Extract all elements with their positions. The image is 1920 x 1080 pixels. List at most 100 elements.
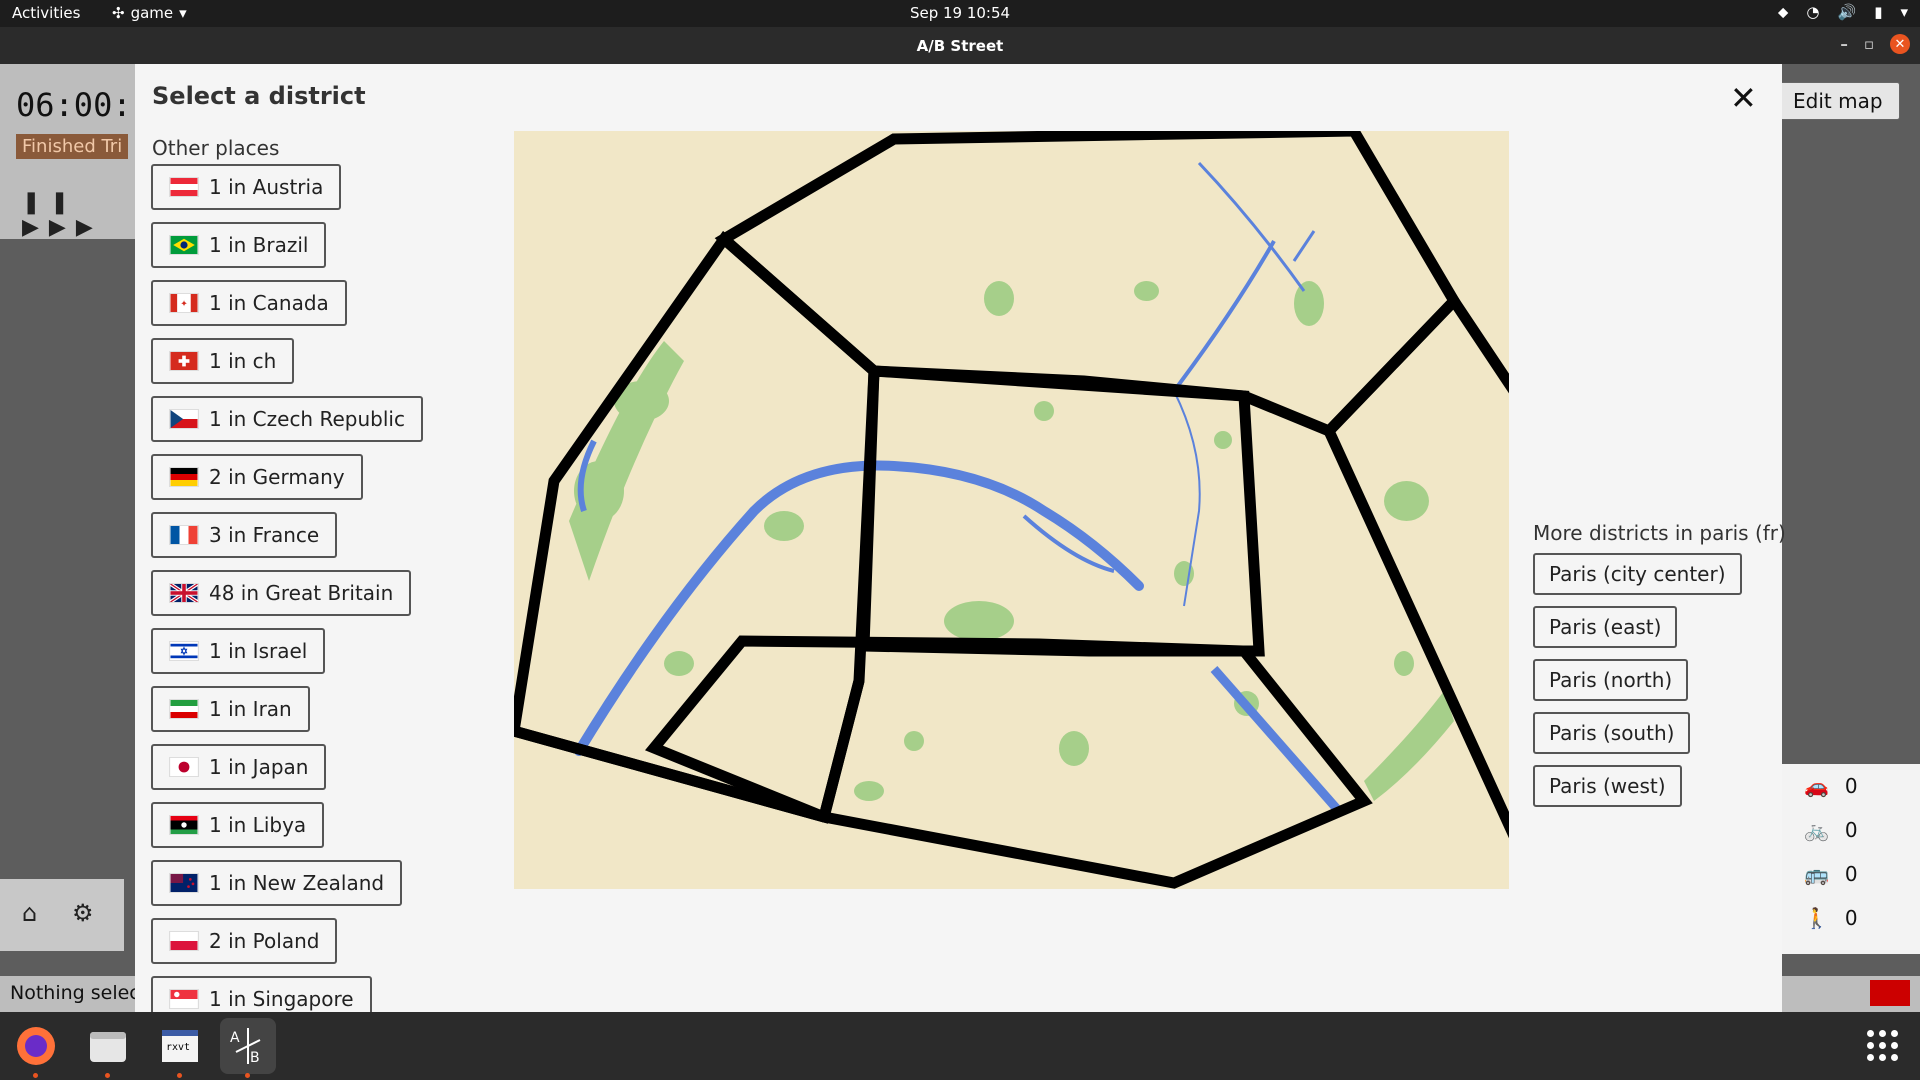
car-icon: 🚗 (1804, 774, 1829, 798)
district-button[interactable]: Paris (east) (1533, 606, 1678, 648)
country-button-label: 1 in Czech Republic (209, 407, 405, 431)
app-menu[interactable]: ✣ game ▾ (112, 4, 187, 22)
count-value: 0 (1844, 774, 1858, 798)
district-button[interactable]: Paris (north) (1533, 659, 1689, 701)
dropbox-icon[interactable]: ⬥ (1778, 3, 1789, 21)
country-button[interactable]: 1 in ch (151, 338, 295, 384)
agent-counts-panel: 🚗 0 🚲 0 🚌 0 🚶 0 (1782, 764, 1920, 954)
country-button-label: 1 in Iran (209, 697, 292, 721)
district-button[interactable]: Paris (city center) (1533, 553, 1742, 595)
count-value: 0 (1844, 862, 1858, 886)
flag-icon (169, 235, 199, 255)
flag-icon (169, 931, 199, 951)
flag-icon (169, 757, 199, 777)
flag-icon (169, 699, 199, 719)
bike-icon: 🚲 (1804, 818, 1829, 842)
svg-text:B: B (250, 1050, 260, 1066)
country-button[interactable]: 1 in New Zealand (151, 860, 403, 906)
park-area (764, 511, 804, 541)
park-area (984, 281, 1014, 316)
chevron-down-icon: ▾ (1900, 3, 1908, 21)
country-button[interactable]: 1 in Brazil (151, 222, 327, 268)
terminal-icon[interactable]: rxvt (152, 1018, 208, 1078)
speed-controls[interactable]: ❚❚ ▶▶▶ (22, 190, 135, 240)
system-tray[interactable]: ⬥ ◔ 🔊 ▮ ▾ (1778, 3, 1908, 21)
flag-icon (169, 582, 199, 604)
nav-panel: ⌂ ⚙ (0, 879, 124, 951)
park-area (1034, 401, 1054, 421)
country-button-label: 1 in New Zealand (209, 871, 385, 895)
park-area (1059, 731, 1089, 766)
country-button-label: 2 in Germany (209, 465, 345, 489)
country-button[interactable]: 2 in Poland (151, 918, 338, 964)
volume-icon: 🔊 (1837, 3, 1857, 21)
park-area (944, 601, 1014, 641)
flag-icon (169, 177, 199, 197)
flag-icon (169, 641, 199, 661)
abstreet-icon[interactable]: AB (220, 1018, 276, 1078)
clock[interactable]: Sep 19 10:54 (0, 4, 1920, 22)
country-button[interactable]: 1 in Austria (151, 164, 342, 210)
country-list: 1 in Austria 1 in Brazil ✦ 1 in Canada 1 in … (151, 164, 431, 1012)
country-button[interactable]: ✦ 1 in Canada (151, 280, 347, 326)
app-menu-icon: ✣ (112, 4, 125, 22)
count-value: 0 (1844, 906, 1858, 930)
app-menu-label: game (130, 4, 174, 22)
status-indicator (1870, 980, 1910, 1006)
country-button[interactable]: 1 in Libya (151, 802, 325, 848)
window-close-button[interactable]: ✕ (1890, 34, 1910, 54)
country-button-label: 1 in Libya (209, 813, 307, 837)
country-button[interactable]: 2 in Germany (151, 454, 363, 500)
country-button[interactable]: 3 in France (151, 512, 338, 558)
files-icon[interactable] (80, 1018, 136, 1078)
battery-icon: ▮ (1874, 3, 1883, 21)
window-title: A/B Street (916, 37, 1004, 55)
maximize-icon[interactable]: ▫ (1864, 35, 1874, 53)
flag-icon (169, 989, 199, 1009)
flag-icon (169, 525, 199, 545)
country-button[interactable]: 1 in Japan (151, 744, 327, 790)
country-button-label: 3 in France (209, 523, 320, 547)
other-places-label: Other places (152, 136, 280, 160)
country-button-label: 2 in Poland (209, 929, 320, 953)
gear-icon[interactable]: ⚙ (72, 899, 94, 927)
count-row: 🚌 0 (1782, 852, 1920, 896)
finished-trips-label: Finished Tri (16, 134, 129, 159)
district-button[interactable]: Paris (west) (1533, 765, 1682, 807)
country-button-label: 1 in Brazil (209, 233, 309, 257)
activities-button[interactable]: Activities (12, 4, 80, 22)
home-icon[interactable]: ⌂ (22, 899, 37, 927)
country-button[interactable]: 1 in Iran (151, 686, 310, 732)
app-canvas: 06:00: Finished Tri ❚❚ ▶▶▶ Edit map 🚗 0 🚲 0… (0, 64, 1920, 1012)
district-map[interactable] (514, 131, 1509, 889)
district-map-svg[interactable] (514, 131, 1509, 889)
flag-icon (169, 467, 199, 487)
svg-text:rxvt: rxvt (166, 1042, 190, 1053)
modal-title: Select a district (152, 82, 366, 110)
park-area (1394, 651, 1414, 676)
svg-text:✦: ✦ (180, 300, 188, 310)
count-value: 0 (1844, 818, 1858, 842)
count-row: 🚲 0 (1782, 808, 1920, 852)
time-panel: 06:00: Finished Tri ❚❚ ▶▶▶ (0, 64, 135, 240)
park-area (854, 781, 884, 801)
firefox-icon[interactable] (8, 1018, 64, 1078)
country-button-label: 1 in Austria (209, 175, 324, 199)
close-icon[interactable]: ✕ (1730, 82, 1757, 114)
count-row: 🚶 0 (1782, 896, 1920, 940)
show-apps-icon[interactable] (1867, 1030, 1898, 1061)
country-button-label: 1 in Israel (209, 639, 308, 663)
country-button[interactable]: 1 in Czech Republic (151, 396, 423, 442)
edit-map-button[interactable]: Edit map (1776, 82, 1900, 120)
pedestrian-icon: 🚶 (1804, 906, 1829, 930)
country-button[interactable]: 1 in Israel (151, 628, 326, 674)
district-button[interactable]: Paris (south) (1533, 712, 1691, 754)
svg-text:A: A (230, 1030, 240, 1046)
country-button[interactable]: 1 in Singapore (151, 976, 372, 1012)
country-button[interactable]: 48 in Great Britain (151, 570, 412, 616)
park-area (1384, 481, 1429, 521)
taskbar-dock: rxvt AB (0, 1012, 1920, 1080)
country-button-label: 1 in Japan (209, 755, 309, 779)
flag-icon (169, 815, 199, 835)
minimize-icon[interactable]: – (1840, 35, 1848, 53)
